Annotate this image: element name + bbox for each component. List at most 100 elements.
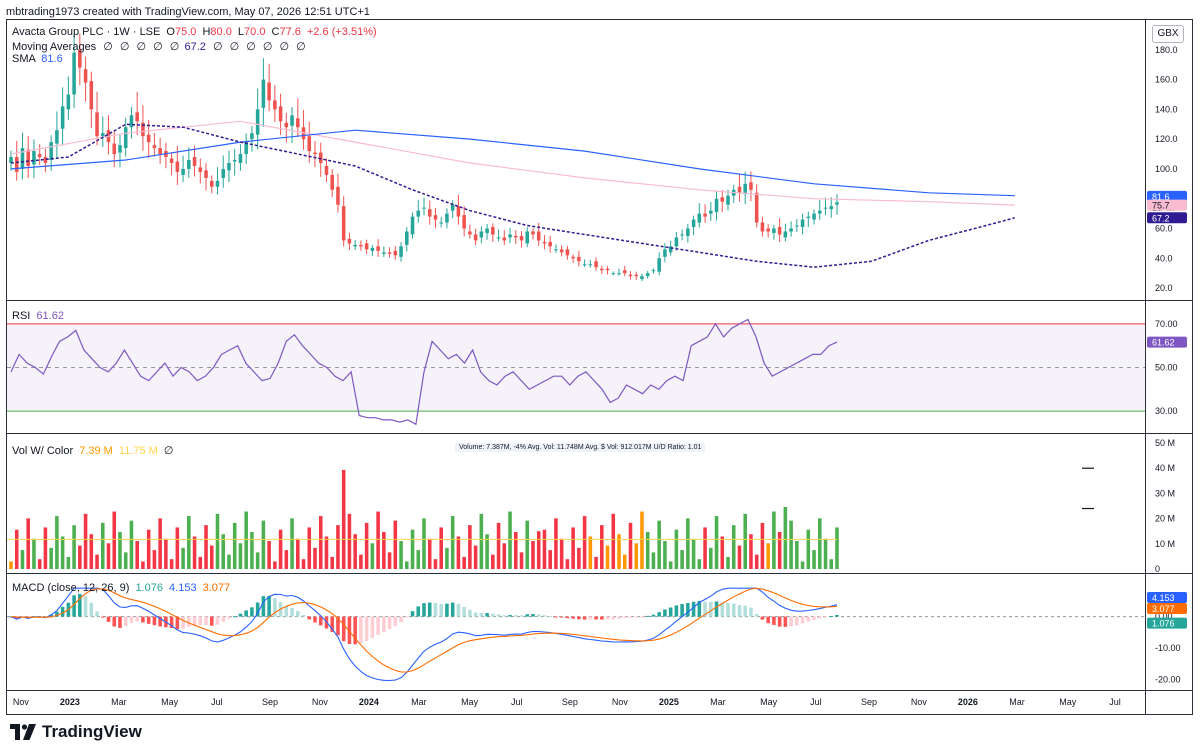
macd-histogram-bar xyxy=(628,616,633,618)
volume-bar xyxy=(714,516,719,569)
macd-histogram-bar xyxy=(519,615,524,617)
volume-bar xyxy=(663,541,667,569)
volume-bar xyxy=(123,552,128,569)
macd-histogram-bar xyxy=(657,612,661,617)
candle-body xyxy=(577,256,581,262)
macd-histogram-bar xyxy=(422,603,426,617)
candle-body xyxy=(290,115,294,126)
macd-histogram-bar xyxy=(795,616,799,626)
macd-histogram-bar xyxy=(835,614,839,617)
volume-bar xyxy=(823,538,828,569)
volume-bar xyxy=(227,554,231,569)
candle-body xyxy=(531,231,535,235)
macd-histogram-bar xyxy=(818,616,822,619)
rsi-legend[interactable]: RSI 61.62 xyxy=(12,310,64,322)
macd-histogram-bar xyxy=(737,605,742,617)
volume-bar xyxy=(766,543,770,569)
macd-histogram-bar xyxy=(772,616,776,625)
candle-body xyxy=(634,274,639,277)
time-axis-tick: Jul xyxy=(1109,697,1121,707)
candle-body xyxy=(485,228,489,233)
macd-histogram-bar xyxy=(823,616,828,618)
macd-histogram-bar xyxy=(427,602,432,617)
candle-body xyxy=(112,143,117,155)
volume-bar xyxy=(542,529,547,569)
volume-bar xyxy=(106,543,111,569)
time-axis-tick: Mar xyxy=(710,697,726,707)
macd-histogram-bar xyxy=(680,604,684,617)
volume-bar xyxy=(301,559,306,569)
candle-body xyxy=(60,106,65,129)
volume-bar xyxy=(95,554,99,569)
candle-body xyxy=(341,206,346,241)
time-axis-tick: Jul xyxy=(511,697,523,707)
candle-body xyxy=(169,158,174,163)
volume-bar xyxy=(83,513,88,569)
candle-body xyxy=(594,261,598,268)
candle-body xyxy=(393,250,398,256)
vol-legend[interactable]: Vol W/ Color 7.39 M 11.75 M ∅ xyxy=(12,444,174,457)
macd-histogram-bar xyxy=(731,603,736,617)
volume-bar xyxy=(158,518,162,569)
volume-bar xyxy=(410,529,415,569)
volume-bar xyxy=(525,520,530,569)
macd-histogram-bar xyxy=(783,616,788,627)
volume-bar xyxy=(244,511,248,569)
candle-body xyxy=(835,202,839,205)
volume-bar xyxy=(37,559,42,569)
volume-bar xyxy=(806,529,811,569)
volume-bar xyxy=(668,561,673,569)
macd-histogram-bar xyxy=(152,616,157,626)
ma-legend[interactable]: Moving Averages ∅ ∅ ∅ ∅ ∅ 67.2 ∅ ∅ ∅ ∅ ∅… xyxy=(12,40,308,53)
candle-body xyxy=(55,130,59,144)
macd-histogram-bar xyxy=(341,616,346,642)
candle-body xyxy=(324,165,329,175)
currency-badge[interactable]: GBX xyxy=(1152,25,1184,43)
macd-axis-tick: -20.00 xyxy=(1155,675,1181,685)
open-value: 75.0 xyxy=(174,26,197,38)
time-axis-tick: Mar xyxy=(411,697,427,707)
macd-histogram-bar xyxy=(525,614,530,617)
macd-histogram-bar xyxy=(261,596,266,617)
volume-bar xyxy=(605,545,610,569)
volume-bar xyxy=(307,527,312,569)
candle-body xyxy=(456,206,461,217)
macd-legend[interactable]: MACD (close, 12, 26, 9) 1.076 4.153 3.07… xyxy=(12,582,230,594)
volume-bar xyxy=(164,538,168,569)
volume-bar xyxy=(737,545,742,569)
price-axis-tick: 160.0 xyxy=(1155,75,1178,85)
macd-histogram-bar xyxy=(359,616,363,644)
candle-body xyxy=(548,241,552,247)
macd-histogram-bar xyxy=(502,615,507,617)
sma-legend[interactable]: SMA 81.6 xyxy=(12,53,63,65)
trading-chart[interactable]: 180.0 160.0 140.0 120.0 100.0 80.0 60.0 40.0 20.… xyxy=(0,0,1200,754)
macd-histogram-bar xyxy=(393,616,398,627)
macd-histogram-bar xyxy=(513,615,518,617)
volume-bar xyxy=(49,547,53,569)
candle-body xyxy=(123,127,128,149)
macd-histogram-bar xyxy=(559,616,564,618)
volume-bar xyxy=(232,522,237,569)
volume-bar xyxy=(559,538,564,569)
macd-histogram-bar xyxy=(766,616,770,624)
volume-bar xyxy=(468,525,472,569)
macd-line-badge: 4.153 xyxy=(1152,593,1175,603)
candle-body xyxy=(588,264,593,266)
macd-histogram-bar xyxy=(479,613,484,617)
volume-bar xyxy=(341,469,346,569)
volume-bar xyxy=(255,552,260,569)
macd-histogram-bar xyxy=(640,616,644,618)
candle-body xyxy=(479,231,484,238)
macd-histogram-bar xyxy=(462,606,466,617)
volume-bar xyxy=(100,522,105,569)
symbol-name[interactable]: Avacta Group PLC · 1W · LSE xyxy=(12,26,160,38)
macd-histogram-bar xyxy=(146,616,151,624)
volume-bar xyxy=(703,527,707,569)
price-axis-tick: 180.0 xyxy=(1155,45,1178,55)
candle-body xyxy=(118,145,122,153)
candle-body xyxy=(554,249,558,251)
macd-histogram-bar xyxy=(726,603,730,617)
candle-body xyxy=(83,69,88,83)
candle-body xyxy=(749,182,753,190)
volume-bar xyxy=(427,538,432,569)
